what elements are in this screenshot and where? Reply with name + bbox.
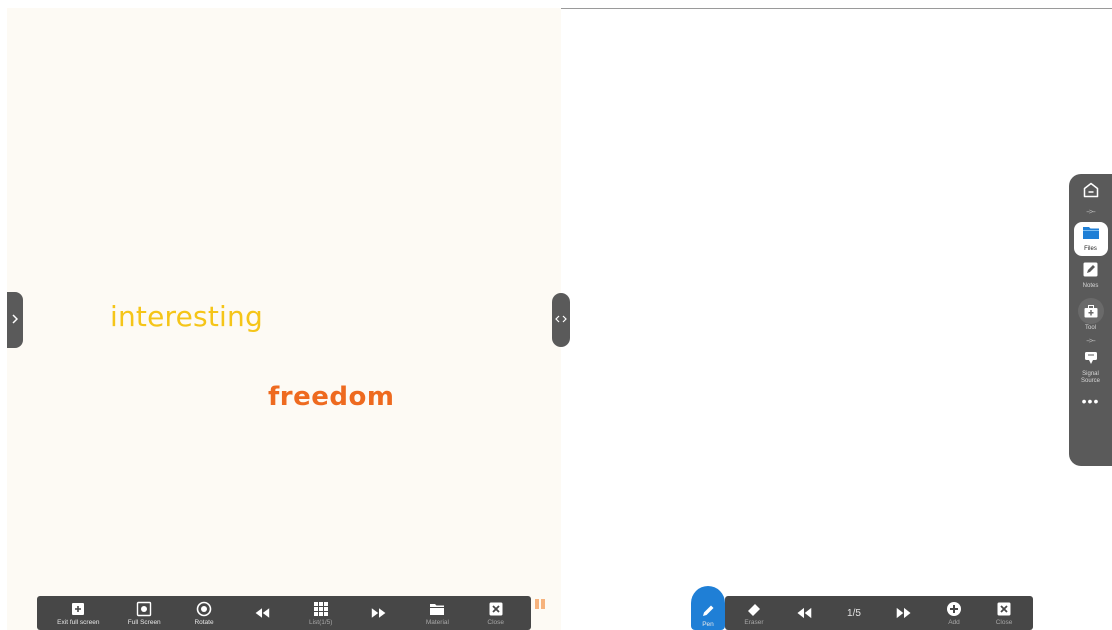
- notes-button[interactable]: Notes: [1074, 262, 1108, 290]
- divider-line: [561, 8, 1112, 9]
- word-freedom: freedom: [268, 382, 395, 412]
- notes-label: Notes: [1082, 283, 1099, 289]
- grid-icon: [313, 601, 329, 617]
- rewind-icon: [796, 605, 812, 621]
- split-arrows-icon: [555, 314, 567, 326]
- page-marks: [535, 599, 545, 609]
- signal-source-label: Signal Source: [1080, 371, 1100, 384]
- files-label: Files: [1084, 246, 1097, 252]
- material-label: Material: [425, 618, 449, 626]
- signal-source-button[interactable]: Signal Source: [1074, 351, 1108, 385]
- fast-forward-icon: [371, 605, 387, 621]
- eraser-label: Eraser: [744, 618, 764, 626]
- rewind-icon: [254, 605, 270, 621]
- home-icon: [1083, 182, 1099, 203]
- expand-left-handle[interactable]: [7, 292, 23, 348]
- fast-forward-icon: [896, 605, 912, 621]
- exit-fullscreen-icon: [70, 601, 86, 617]
- tool-button[interactable]: Tool: [1074, 298, 1108, 332]
- separator-arrow: -->--: [1086, 209, 1095, 216]
- chevron-right-icon: [12, 313, 19, 327]
- rotate-button[interactable]: Rotate: [189, 601, 219, 626]
- page-indicator: 1/5: [847, 607, 861, 619]
- next-button[interactable]: [364, 605, 394, 621]
- add-page-button[interactable]: Add: [939, 601, 969, 626]
- whiteboard-canvas[interactable]: [561, 8, 1112, 630]
- fullscreen-icon: [136, 601, 152, 617]
- rotate-label: Rotate: [194, 618, 214, 626]
- plus-icon: [946, 601, 962, 617]
- folder-icon: [429, 601, 445, 617]
- toolbox-icon: [1077, 298, 1104, 324]
- material-button[interactable]: Material: [422, 601, 452, 626]
- pen-button[interactable]: Pen: [691, 586, 725, 630]
- more-options-button[interactable]: •••: [1082, 393, 1100, 409]
- close-left-button[interactable]: Close: [481, 601, 511, 626]
- close-icon: [996, 601, 1012, 617]
- previous-button[interactable]: [247, 605, 277, 621]
- rotate-icon: [196, 601, 212, 617]
- tool-label: Tool: [1084, 325, 1096, 331]
- left-bottom-toolbar: Exit full screen Full Screen Rotate List…: [37, 596, 531, 630]
- split-view-handle[interactable]: [552, 293, 570, 347]
- files-button[interactable]: Files: [1073, 222, 1108, 256]
- left-canvas-pane[interactable]: [7, 8, 561, 630]
- add-label: Add: [948, 618, 960, 626]
- separator-arrow: -->--: [1086, 338, 1095, 345]
- close-icon: [488, 601, 504, 617]
- eraser-icon: [746, 601, 762, 617]
- home-button[interactable]: [1074, 182, 1108, 203]
- close-right-button[interactable]: Close: [989, 601, 1019, 626]
- exit-full-screen-label: Exit full screen: [57, 618, 100, 626]
- signal-source-icon: [1084, 351, 1098, 370]
- eraser-button[interactable]: Eraser: [739, 601, 769, 626]
- screen: interesting freedom Exit full screen Ful…: [0, 0, 1112, 630]
- next-page-button[interactable]: [889, 605, 919, 621]
- list-button[interactable]: List(1/5): [306, 601, 336, 626]
- right-bottom-toolbar: Eraser 1/5 Add Close: [725, 596, 1033, 630]
- pen-label: Pen: [702, 621, 714, 628]
- right-sidebar: -->-- Files Notes Tool -->-- Signal Sour…: [1069, 174, 1112, 466]
- note-icon: [1083, 262, 1098, 282]
- word-interesting: interesting: [110, 300, 263, 333]
- full-screen-label: Full Screen: [127, 618, 161, 626]
- close-right-label: Close: [995, 618, 1013, 626]
- exit-full-screen-button[interactable]: Exit full screen: [57, 601, 99, 626]
- previous-page-button[interactable]: [789, 605, 819, 621]
- pen-icon: [700, 603, 716, 619]
- close-left-label: Close: [487, 618, 505, 626]
- list-label: List(1/5): [308, 618, 333, 626]
- folder-icon: [1082, 226, 1100, 245]
- full-screen-button[interactable]: Full Screen: [128, 601, 161, 626]
